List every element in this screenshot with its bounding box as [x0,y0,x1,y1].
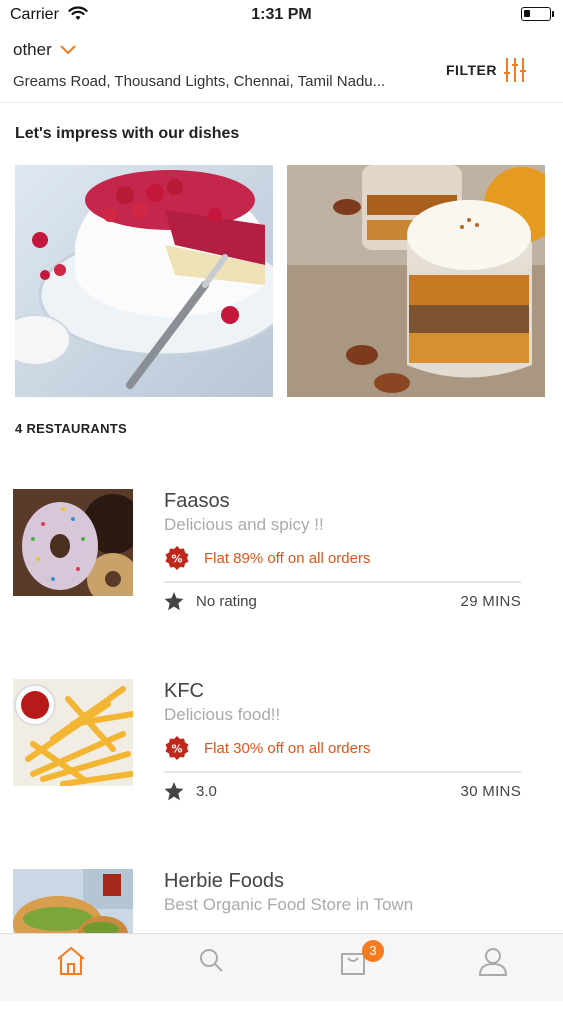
restaurant-name: Faasos [164,490,230,512]
restaurant-card-faasos[interactable]: Faasos Delicious and spicy !! % Flat 89%… [0,489,563,639]
restaurant-description: Delicious and spicy !! [164,515,324,534]
star-icon [164,592,184,611]
dish-card-pumpkin-parfait[interactable] [287,165,545,397]
chevron-down-icon [60,45,76,55]
star-icon [164,782,184,801]
restaurant-name: KFC [164,680,204,702]
restaurant-thumbnail [13,489,133,596]
restaurant-thumbnail [13,679,133,786]
donuts-image [13,489,133,596]
battery-icon [521,7,554,21]
discount-badge-icon: % [165,736,189,760]
search-icon[interactable] [195,944,229,978]
rating: No rating [164,592,257,611]
home-icon[interactable] [54,944,88,978]
dish-card-raspberry-cake[interactable] [15,165,273,397]
clock: 1:31 PM [251,6,312,23]
location-label: other [13,40,52,59]
restaurant-description: Delicious food!! [164,705,281,724]
delivery-time: 30 MINS [460,783,521,800]
restaurant-card-kfc[interactable]: KFC Delicious food!! % Flat 30% off on a… [0,679,563,829]
rating-value: No rating [196,593,257,610]
divider [164,581,521,583]
delivery-time: 29 MINS [460,593,521,610]
offer-text: Flat 30% off on all orders [204,739,371,757]
offer-row: % Flat 89% off on all orders [164,545,370,571]
cart-count-badge: 3 [362,940,384,962]
raspberry-cake-image [15,170,273,389]
discount-badge-icon: % [165,546,189,570]
pumpkin-parfait-image [287,165,545,397]
location-header: other Greams Road, Thousand Lights, Chen… [0,30,563,103]
rating: 3.0 [164,782,217,801]
location-address[interactable]: Greams Road, Thousand Lights, Chennai, T… [13,73,385,90]
offer-row: % Flat 30% off on all orders [164,735,370,761]
fries-image [13,679,133,786]
filter-sliders-icon [503,58,526,82]
filter-button[interactable]: FILTER [446,56,527,84]
location-selector[interactable]: other [13,40,76,60]
svg-text:%: % [171,743,182,756]
filter-label: FILTER [446,62,497,78]
restaurant-description: Best Organic Food Store in Town [164,895,414,914]
profile-icon[interactable] [476,944,510,978]
restaurant-name: Herbie Foods [164,870,285,892]
status-bar: Carrier 1:31 PM [0,0,563,30]
rating-value: 3.0 [196,783,217,800]
offer-text: Flat 89% off on all orders [204,549,371,567]
restaurants-count: 4 RESTAURANTS [15,421,128,436]
bottom-tab-bar: 3 [0,933,563,1001]
dishes-section-title: Let's impress with our dishes [15,125,240,142]
svg-text:%: % [171,553,182,566]
divider [164,771,521,773]
